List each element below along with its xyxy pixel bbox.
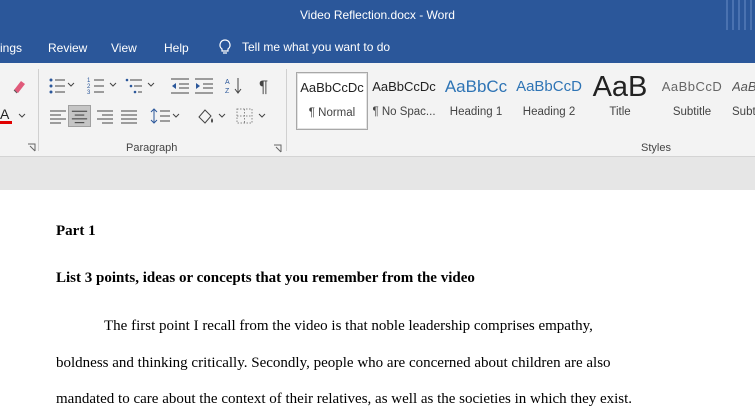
style-name: Subtitle — [672, 106, 712, 118]
document-heading: Part 1 — [56, 223, 96, 239]
style-no-spacing[interactable]: AaBbCcDc ¶ No Spac... — [370, 72, 438, 128]
ribbon-tabs: ings Review View Help Tell me what you w… — [0, 33, 755, 63]
show-formatting-marks-icon[interactable]: ¶ — [255, 76, 277, 96]
style-subtle-emphasis[interactable]: AaBbC Subt — [732, 72, 755, 128]
paragraph-line: mandated to care about the context of th… — [56, 391, 633, 407]
justify-icon[interactable] — [118, 106, 140, 126]
document-page[interactable]: Part 1 List 3 points, ideas or concepts … — [0, 190, 755, 409]
styles-group-label: Styles — [641, 142, 671, 154]
tab-review[interactable]: Review — [48, 41, 87, 55]
align-center-icon — [71, 110, 88, 124]
line-spacing-dropdown-icon[interactable] — [171, 111, 181, 121]
borders-dropdown-icon[interactable] — [257, 111, 267, 121]
decrease-indent-icon[interactable] — [169, 76, 191, 96]
multilevel-dropdown-icon[interactable] — [146, 80, 156, 90]
font-color-icon[interactable]: A — [0, 106, 18, 126]
style-sample: AaBbCcDc — [300, 80, 364, 95]
document-subheading: List 3 points, ideas or concepts that yo… — [56, 270, 475, 286]
title-bar: Video Reflection.docx - Word — [0, 0, 755, 33]
align-left-icon[interactable] — [47, 106, 69, 126]
style-sample: AaBbC — [732, 79, 755, 94]
increase-indent-icon[interactable] — [193, 76, 215, 96]
style-name: Heading 2 — [522, 106, 576, 118]
style-normal[interactable]: AaBbCcDc ¶ Normal — [296, 72, 368, 130]
style-sample: AaB — [592, 72, 648, 102]
style-heading-2[interactable]: AaBbCcD Heading 2 — [516, 72, 582, 128]
shading-icon[interactable] — [195, 106, 217, 126]
line-spacing-icon[interactable] — [150, 106, 172, 126]
svg-text:3: 3 — [87, 90, 91, 96]
tab-settings[interactable]: ings — [0, 41, 22, 55]
style-heading-1[interactable]: AaBbCc Heading 1 — [444, 72, 508, 128]
style-sample: AaBbCcD — [661, 79, 723, 94]
document-canvas-background — [0, 157, 755, 190]
align-center-button[interactable] — [68, 105, 91, 127]
borders-icon[interactable] — [234, 106, 256, 126]
tell-me-text: Tell me what you want to do — [242, 40, 391, 54]
corner-pattern-icon — [726, 0, 752, 30]
font-dialog-launcher-icon[interactable] — [27, 143, 36, 152]
ribbon: A 123 A Z ¶ Paragraph AaBbCcDc ¶ Normal … — [0, 63, 755, 157]
numbering-dropdown-icon[interactable] — [108, 80, 118, 90]
style-name: Heading 1 — [449, 106, 503, 118]
multilevel-list-icon[interactable] — [124, 76, 146, 96]
style-name: Subt — [732, 106, 755, 118]
shading-dropdown-icon[interactable] — [217, 111, 227, 121]
numbering-icon[interactable]: 123 — [86, 76, 108, 96]
align-right-icon[interactable] — [94, 106, 116, 126]
style-sample: AaBbCc — [444, 77, 508, 96]
lightbulb-icon — [219, 39, 231, 54]
style-name: ¶ Normal — [308, 107, 356, 119]
paragraph-dialog-launcher-icon[interactable] — [273, 144, 282, 153]
window-title: Video Reflection.docx - Word — [300, 8, 455, 22]
group-separator — [38, 69, 39, 151]
style-subtitle[interactable]: AaBbCcD Subtitle — [660, 72, 724, 128]
sort-icon[interactable]: A Z — [224, 76, 246, 96]
style-sample: AaBbCcD — [516, 78, 582, 95]
bullets-dropdown-icon[interactable] — [66, 80, 76, 90]
style-name: Title — [609, 106, 631, 118]
tell-me-box[interactable]: Tell me what you want to do — [216, 38, 390, 56]
tab-view[interactable]: View — [111, 41, 137, 55]
svg-text:A: A — [0, 106, 10, 122]
paragraph-group-label: Paragraph — [126, 142, 178, 154]
group-separator — [286, 69, 287, 151]
chevron-down-icon[interactable] — [17, 111, 27, 121]
paragraph-line: The first point I recall from the video … — [104, 318, 593, 334]
style-title[interactable]: AaB Title — [588, 72, 652, 128]
paragraph-line: boldness and thinking critically. Second… — [56, 355, 611, 371]
svg-text:¶: ¶ — [259, 77, 268, 96]
style-name: ¶ No Spac... — [372, 106, 436, 118]
tab-help[interactable]: Help — [164, 41, 189, 55]
style-sample: AaBbCcDc — [372, 79, 436, 94]
svg-text:Z: Z — [225, 88, 230, 95]
clear-formatting-icon[interactable] — [8, 76, 30, 96]
svg-text:A: A — [225, 79, 230, 86]
